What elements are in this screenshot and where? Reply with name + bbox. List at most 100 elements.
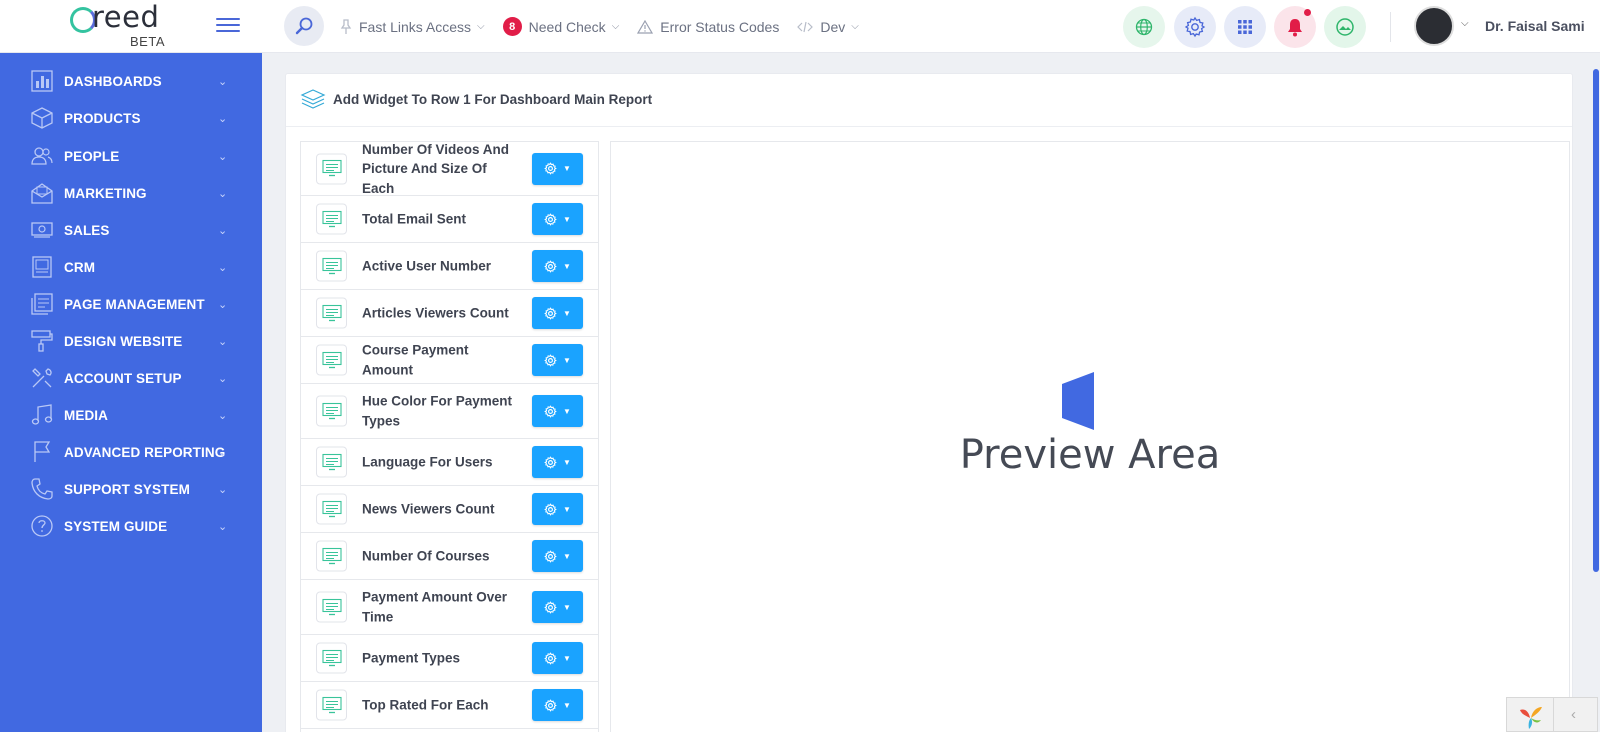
logo-text: reed: [92, 0, 160, 34]
widget-icon: [316, 540, 347, 572]
gear-icon: [544, 600, 557, 614]
chevron-down-icon: ⌄: [218, 261, 228, 274]
topnav-error-status-codes[interactable]: Error Status Codes: [637, 19, 779, 35]
topnav-need-check-label: Need Check: [528, 18, 606, 35]
gear-icon: [544, 353, 557, 367]
widget-icon: [316, 297, 347, 329]
topnav-need-check[interactable]: 8 Need Check ⌵: [502, 17, 619, 36]
chevron-down-icon: ⌄: [218, 335, 228, 348]
list-item: Hue Color For Payment Types ▼: [301, 384, 598, 439]
top-bar: reed BETA Fast Links Access ⌵ 8 Need Che…: [0, 0, 1600, 53]
tools-icon: [30, 366, 54, 390]
help-icon: [30, 514, 54, 538]
widget-icon: [316, 446, 347, 478]
logo-beta-badge: BETA: [130, 34, 165, 49]
widget-icon: [316, 642, 347, 674]
phone-icon: [30, 477, 54, 501]
chevron-down-icon: ⌄: [218, 150, 228, 163]
user-name[interactable]: Dr. Faisal Sami: [1485, 18, 1585, 34]
avatar[interactable]: [1414, 6, 1454, 46]
sidebar: DASHBOARDS ⌄ PRODUCTS ⌄ PEOPLE ⌄ MARKETI…: [0, 53, 262, 732]
topnav-dev[interactable]: Dev ⌵: [797, 19, 859, 35]
widget-label: Payment Amount Over Time: [362, 589, 508, 625]
widget-settings-button[interactable]: ▼: [532, 395, 583, 427]
widget-label: Total Email Sent: [362, 211, 467, 227]
scrollbar[interactable]: [1593, 69, 1599, 572]
list-item: Payment Amount Over Time ▼: [301, 580, 598, 635]
widget-settings-button[interactable]: ▼: [532, 297, 583, 329]
widget-label: Payment Types: [362, 650, 461, 666]
widget-label: Articles Viewers Count: [362, 305, 509, 321]
list-item: Active User Number ▼: [301, 243, 598, 290]
gear-icon: [1184, 16, 1206, 38]
sidebar-item-system-guide[interactable]: SYSTEM GUIDE ⌄: [0, 508, 262, 544]
money-icon: [30, 218, 54, 242]
widget-label: News Viewers Count: [362, 501, 495, 517]
sidebar-item-design-website[interactable]: DESIGN WEBSITE ⌄: [0, 323, 262, 359]
widget-label: Language For Users: [362, 454, 493, 470]
caret-down-icon: ▼: [563, 308, 571, 318]
list-item: Number Of Videos And Picture And Size Of…: [301, 141, 598, 196]
chevron-down-icon: ⌄: [218, 409, 228, 422]
list-item: Total Email Sent ▼: [301, 196, 598, 243]
need-check-count-badge: 8: [502, 17, 522, 36]
widget-icon: [316, 203, 347, 235]
widget-settings-button[interactable]: ▼: [532, 540, 583, 572]
chevron-down-icon[interactable]: ⌵: [1461, 18, 1469, 29]
list-item: News Viewers Count ▼: [301, 486, 598, 533]
page-icon: [30, 292, 54, 316]
caret-down-icon: ▼: [563, 457, 571, 467]
notifications-button[interactable]: [1274, 6, 1316, 48]
sidebar-item-media[interactable]: MEDIA ⌄: [0, 397, 262, 433]
sidebar-item-label: ACCOUNT SETUP: [64, 370, 182, 386]
globe-icon: [1135, 18, 1153, 36]
widget-settings-button[interactable]: ▼: [532, 591, 583, 623]
apps-button[interactable]: [1224, 6, 1266, 48]
sidebar-item-label: MEDIA: [64, 407, 108, 423]
sidebar-item-people[interactable]: PEOPLE ⌄: [0, 138, 262, 174]
sidebar-item-dashboards[interactable]: DASHBOARDS ⌄: [0, 63, 262, 99]
top-navigation: Fast Links Access ⌵ 8 Need Check ⌵ Error…: [340, 0, 877, 53]
sidebar-item-crm[interactable]: CRM ⌄: [0, 249, 262, 285]
sidebar-item-page-management[interactable]: PAGE MANAGEMENT ⌄: [0, 286, 262, 322]
menu-toggle-icon[interactable]: [216, 14, 240, 36]
widget-settings-button[interactable]: ▼: [532, 203, 583, 235]
chevron-down-icon: ⌵: [851, 21, 859, 32]
people-icon: [30, 144, 54, 168]
sidebar-item-label: SALES: [64, 222, 110, 238]
widget-settings-button[interactable]: ▼: [532, 689, 583, 721]
chevron-down-icon: ⌄: [218, 112, 228, 125]
box-icon: [30, 106, 54, 130]
notification-dot: [1304, 9, 1311, 16]
widget-label: Number Of Courses: [362, 548, 490, 564]
widget-settings-button[interactable]: ▼: [532, 152, 583, 185]
sidebar-item-support-system[interactable]: SUPPORT SYSTEM ⌄: [0, 471, 262, 507]
code-icon: [797, 21, 814, 33]
widget-settings-button[interactable]: ▼: [532, 446, 583, 478]
widget-settings-button[interactable]: ▼: [532, 642, 583, 674]
caret-down-icon: ▼: [563, 164, 571, 173]
widget-icon: [316, 153, 347, 184]
sidebar-item-advanced-reporting[interactable]: ADVANCED REPORTING ⌄: [0, 434, 262, 470]
topnav-fast-links[interactable]: Fast Links Access ⌵: [340, 19, 485, 35]
chevron-down-icon: ⌄: [218, 187, 228, 200]
bell-icon: [1288, 18, 1302, 36]
debug-toolbar[interactable]: ‹: [1506, 697, 1598, 732]
caret-down-icon: ▼: [563, 261, 571, 271]
language-button[interactable]: [1123, 6, 1165, 48]
sidebar-item-products[interactable]: PRODUCTS ⌄: [0, 100, 262, 136]
gear-icon: [544, 549, 557, 563]
widget-settings-button[interactable]: ▼: [532, 344, 583, 376]
settings-button[interactable]: [1174, 6, 1216, 48]
widget-settings-button[interactable]: ▼: [532, 493, 583, 525]
sidebar-item-sales[interactable]: SALES ⌄: [0, 212, 262, 248]
status-button[interactable]: [1324, 6, 1366, 48]
sidebar-item-account-setup[interactable]: ACCOUNT SETUP ⌄: [0, 360, 262, 396]
chevron-left-icon[interactable]: ‹: [1571, 706, 1576, 723]
list-item: Course Payment Amount ▼: [301, 337, 598, 384]
search-button[interactable]: [284, 6, 324, 46]
widget-settings-button[interactable]: ▼: [532, 250, 583, 282]
sidebar-item-label: PEOPLE: [64, 148, 120, 164]
app-logo[interactable]: reed BETA: [70, 0, 180, 49]
sidebar-item-marketing[interactable]: MARKETING ⌄: [0, 175, 262, 211]
